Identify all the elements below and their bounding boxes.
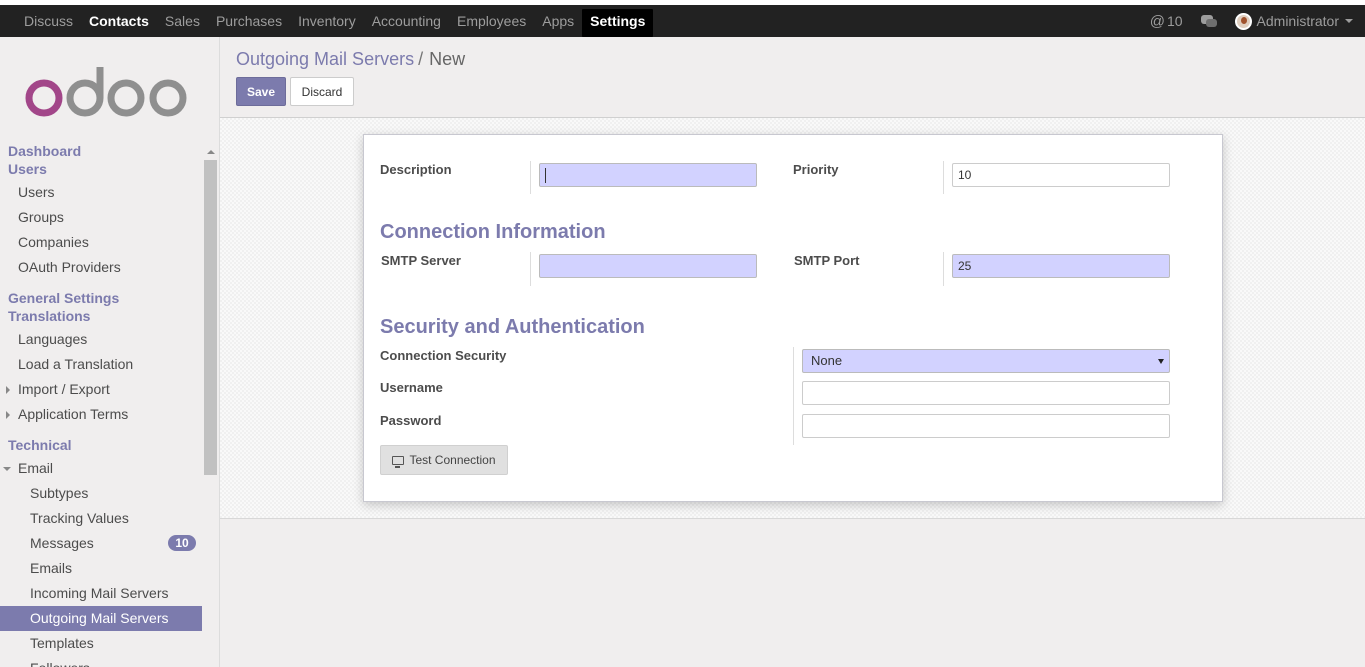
breadcrumb-separator: / [418, 49, 424, 69]
menu-contacts[interactable]: Contacts [81, 9, 157, 37]
description-field[interactable] [539, 163, 757, 187]
messages-badge: 10 [168, 535, 196, 551]
connection-information-title: Connection Information [380, 221, 606, 243]
sidebar-item-label: Import / Export [18, 381, 110, 397]
chat-button[interactable] [1200, 15, 1217, 27]
form-sheet: Description Priority 10 Connection Infor… [363, 134, 1223, 502]
menu-accounting[interactable]: Accounting [364, 9, 449, 37]
text-cursor [545, 168, 546, 183]
chat-icon [1200, 15, 1217, 27]
expand-icon [6, 411, 10, 419]
sidebar-item-outgoing-mail-servers[interactable]: Outgoing Mail Servers [0, 606, 202, 631]
sidebar-section-users[interactable]: Users [0, 160, 202, 178]
sidebar-item-label: Application Terms [18, 406, 129, 422]
mentions-button[interactable]: @ 10 [1150, 13, 1183, 30]
main-content: Outgoing Mail Servers / New Save Discard D… [220, 37, 1365, 667]
sidebar-item-import-export[interactable]: Import / Export [0, 377, 202, 402]
control-panel: Outgoing Mail Servers / New Save Discard [220, 37, 1365, 118]
expand-icon [6, 386, 10, 394]
menu-sales[interactable]: Sales [157, 9, 208, 37]
user-name: Administrator [1256, 13, 1339, 29]
discard-button[interactable]: Discard [290, 77, 354, 106]
sidebar-item-messages[interactable]: Messages 10 [0, 531, 202, 556]
sidebar-item-subtypes[interactable]: Subtypes [0, 481, 202, 506]
priority-field[interactable]: 10 [952, 163, 1170, 187]
at-icon: @ [1149, 12, 1165, 30]
divider [530, 161, 531, 194]
sidebar-item-application-terms[interactable]: Application Terms [0, 402, 202, 427]
sidebar-item-followers[interactable]: Followers [0, 656, 202, 667]
connection-security-select[interactable]: None [802, 349, 1170, 373]
systray: @ 10 Administrator [1132, 9, 1353, 33]
sidebar-item-languages[interactable]: Languages [0, 327, 202, 352]
smtp-port-label: SMTP Port [794, 253, 860, 268]
sidebar-item-companies[interactable]: Companies [0, 230, 202, 255]
sidebar-item-groups[interactable]: Groups [0, 205, 202, 230]
test-connection-button[interactable]: Test Connection [380, 445, 508, 475]
menu-apps[interactable]: Apps [534, 9, 582, 37]
sidebar-item-users[interactable]: Users [0, 180, 202, 205]
password-field[interactable] [802, 414, 1170, 438]
menu-settings[interactable]: Settings [582, 9, 654, 37]
sidebar-item-templates[interactable]: Templates [0, 631, 202, 656]
breadcrumb-parent[interactable]: Outgoing Mail Servers [236, 49, 414, 69]
monitor-icon [392, 455, 405, 468]
avatar [1234, 12, 1252, 30]
form-view: Description Priority 10 Connection Infor… [220, 118, 1365, 519]
smtp-port-field[interactable]: 25 [952, 254, 1170, 278]
dropdown-arrow-icon [1158, 359, 1164, 364]
divider [793, 347, 794, 445]
save-button[interactable]: Save [236, 77, 286, 106]
connection-security-value: None [811, 353, 843, 368]
sidebar-item-load-translation[interactable]: Load a Translation [0, 352, 202, 377]
smtp-server-field[interactable] [539, 254, 757, 278]
sidebar-nav: Dashboard Users Users Groups Companies O… [0, 142, 202, 667]
divider [943, 161, 944, 194]
scrollbar-thumb[interactable] [204, 160, 217, 475]
test-connection-label: Test Connection [409, 453, 496, 467]
sidebar-item-emails[interactable]: Emails [0, 556, 202, 581]
menu-discuss[interactable]: Discuss [16, 9, 81, 37]
sidebar-item-incoming-mail-servers[interactable]: Incoming Mail Servers [0, 581, 202, 606]
mentions-count: 10 [1166, 13, 1183, 29]
connection-security-label: Connection Security [380, 348, 507, 363]
sidebar-item-label: Email [18, 460, 54, 476]
sidebar-item-oauth-providers[interactable]: OAuth Providers [0, 255, 202, 280]
priority-label: Priority [793, 162, 839, 177]
security-authentication-title: Security and Authentication [380, 316, 645, 338]
divider [943, 252, 944, 286]
sidebar: Dashboard Users Users Groups Companies O… [0, 37, 220, 667]
app-menu: Discuss Contacts Sales Purchases Invento… [16, 9, 654, 37]
breadcrumb: Outgoing Mail Servers / New [236, 49, 465, 70]
menu-inventory[interactable]: Inventory [290, 9, 364, 37]
scroll-up-icon[interactable] [207, 150, 215, 154]
sidebar-section-translations[interactable]: Translations [0, 307, 202, 325]
breadcrumb-current: New [429, 49, 466, 69]
smtp-server-label: SMTP Server [381, 253, 461, 268]
username-field[interactable] [802, 381, 1170, 405]
top-navbar: Discuss Contacts Sales Purchases Invento… [0, 0, 1365, 37]
collapse-icon [3, 467, 11, 471]
user-menu[interactable]: Administrator [1234, 12, 1353, 30]
odoo-logo[interactable] [25, 65, 195, 117]
sidebar-section-dashboard[interactable]: Dashboard [0, 142, 202, 160]
menu-employees[interactable]: Employees [449, 9, 534, 37]
sidebar-scrollbar[interactable] [204, 147, 217, 667]
divider [530, 252, 531, 286]
username-label: Username [380, 380, 443, 395]
password-label: Password [380, 413, 442, 428]
sidebar-item-label: Messages [30, 535, 94, 551]
description-label: Description [380, 162, 452, 177]
sidebar-section-general-settings[interactable]: General Settings [0, 289, 202, 307]
sidebar-item-tracking-values[interactable]: Tracking Values [0, 506, 202, 531]
sidebar-section-technical[interactable]: Technical [0, 436, 202, 454]
chevron-down-icon [1345, 19, 1353, 23]
menu-purchases[interactable]: Purchases [208, 9, 290, 37]
sidebar-item-email[interactable]: Email [0, 456, 202, 481]
